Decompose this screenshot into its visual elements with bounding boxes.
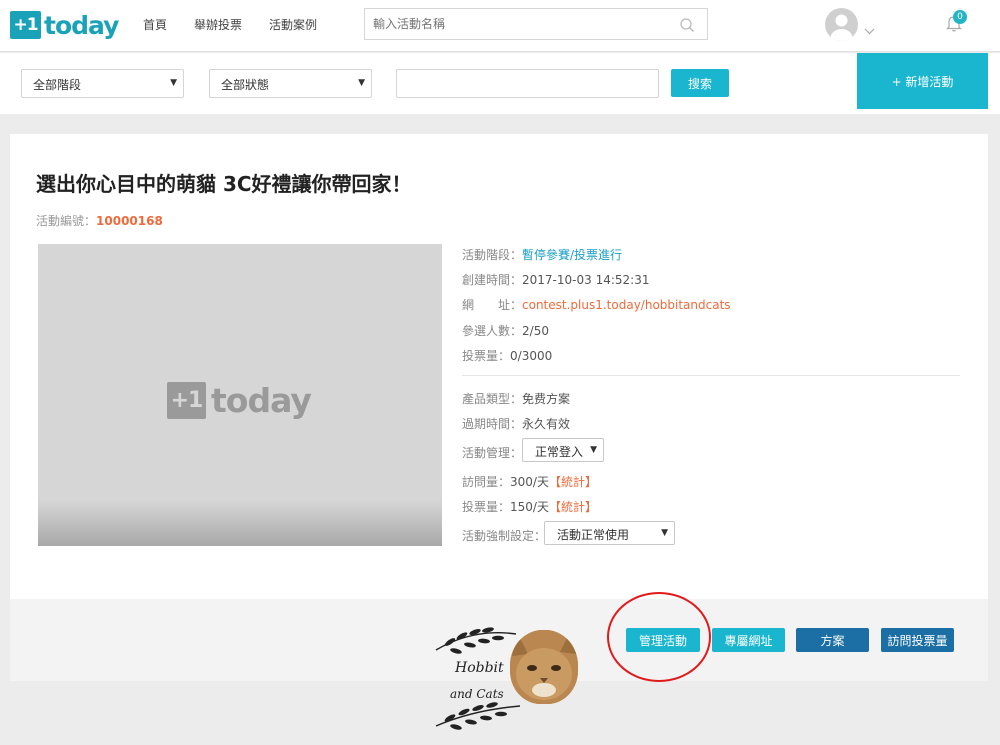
info-label: 參選人數： (462, 324, 523, 338)
info-stage: 活動階段：暫停參賽/投票進行 (462, 246, 622, 263)
info-visits: 訪問量：300/天【統計】 (462, 473, 597, 490)
visits-value: 300/天 (510, 475, 549, 489)
info-product: 產品類型：免费方案 (462, 390, 570, 407)
manage-select-value: 正常登入 (535, 445, 584, 459)
site-logo[interactable]: +1 today (10, 10, 119, 40)
info-expiry: 過期時間：永久有效 (462, 415, 570, 432)
cover-logo-wordmark: today (211, 381, 312, 420)
event-card: 選出你心目中的萌貓 3C好禮讓你帶回家！ 活動編號：10000168 +1 to… (10, 134, 988, 599)
info-daily-votes: 投票量：150/天【統計】 (462, 498, 597, 515)
brand-line1: Hobbit (455, 660, 504, 676)
info-label: 網 址： (462, 298, 523, 312)
event-cover-image[interactable]: +1 today (38, 244, 442, 546)
brand-line2: and Cats (450, 687, 504, 701)
nav-host-vote-link[interactable]: 舉辦投票 (194, 16, 242, 33)
status-filter-value: 全部狀態 (221, 78, 270, 92)
top-navbar: +1 today 首頁 舉辦投票 活動案例 0 (0, 0, 1000, 52)
chevron-down-icon[interactable] (864, 20, 875, 39)
annotation-circle (607, 592, 711, 682)
event-id-row: 活動編號：10000168 (36, 212, 163, 229)
keyword-input[interactable] (396, 69, 659, 98)
votes-value: 0/3000 (510, 349, 553, 363)
visit-vote-quota-button[interactable]: 訪問投票量 (881, 628, 954, 652)
user-avatar[interactable] (825, 8, 858, 41)
info-label: 過期時間： (462, 417, 523, 431)
info-label: 投票量： (462, 500, 511, 514)
info-created: 創建時間：2017-10-03 14:52:31 (462, 271, 649, 288)
search-icon[interactable] (679, 17, 695, 37)
product-value: 免费方案 (522, 392, 571, 406)
event-title: 選出你心目中的萌貓 3C好禮讓你帶回家！ (36, 172, 412, 196)
info-label: 投票量： (462, 349, 511, 363)
info-label: 創建時間： (462, 273, 523, 287)
visits-stats-link[interactable]: 【統計】 (549, 475, 597, 489)
participants-value: 2/50 (522, 324, 549, 338)
daily-votes-value: 150/天 (510, 500, 549, 514)
global-search-input[interactable] (365, 9, 665, 39)
dropdown-arrow-icon: ▼ (358, 78, 365, 88)
dropdown-arrow-icon: ▼ (170, 78, 177, 88)
info-divider (462, 375, 960, 376)
info-url: 網 址：contest.plus1.today/hobbitandcats (462, 296, 731, 313)
notification-badge: 0 (953, 10, 967, 24)
info-label: 產品類型： (462, 392, 523, 406)
dropdown-arrow-icon: ▼ (590, 445, 597, 455)
event-url-link[interactable]: contest.plus1.today/hobbitandcats (522, 298, 731, 312)
laurel-branch-icon (428, 622, 523, 744)
nav-home-link[interactable]: 首頁 (143, 16, 167, 33)
event-id-label: 活動編號： (36, 214, 97, 228)
filter-bar: 全部階段 ▼ 全部狀態 ▼ 搜索 + 新增活動 (0, 53, 1000, 114)
stage-filter-select[interactable]: 全部階段 ▼ (21, 69, 184, 98)
logo-mark: +1 (10, 11, 41, 39)
cat-photo (510, 630, 578, 704)
info-manage: 活動管理： (462, 444, 522, 461)
nav-cases-link[interactable]: 活動案例 (269, 16, 317, 33)
stage-value: 暫停參賽/投票進行 (522, 248, 623, 262)
votes-stats-link[interactable]: 【統計】 (549, 500, 597, 514)
cover-logo-mark: +1 (167, 382, 206, 419)
info-label: 活動強制設定： (462, 529, 547, 543)
cover-logo: +1 today (167, 381, 312, 420)
cover-gradient (38, 501, 442, 546)
event-id-value: 10000168 (96, 214, 163, 228)
info-label: 活動管理： (462, 446, 523, 460)
stage-filter-value: 全部階段 (33, 78, 82, 92)
force-select-value: 活動正常使用 (557, 528, 630, 542)
status-filter-select[interactable]: 全部狀態 ▼ (209, 69, 372, 98)
force-setting-select[interactable]: 活動正常使用 ▼ (544, 521, 675, 545)
info-participants: 參選人數：2/50 (462, 322, 549, 339)
info-label: 訪問量： (462, 475, 511, 489)
info-force: 活動強制設定： (462, 527, 546, 544)
custom-url-button[interactable]: 專屬網址 (712, 628, 785, 652)
manage-select[interactable]: 正常登入 ▼ (522, 438, 604, 462)
created-value: 2017-10-03 14:52:31 (522, 273, 650, 287)
logo-wordmark: today (44, 10, 119, 40)
info-label: 活動階段： (462, 248, 523, 262)
new-event-button[interactable]: + 新增活動 (857, 53, 988, 109)
plan-button[interactable]: 方案 (796, 628, 869, 652)
expiry-value: 永久有效 (522, 417, 571, 431)
info-votes: 投票量：0/3000 (462, 347, 552, 364)
dropdown-arrow-icon: ▼ (661, 528, 668, 538)
global-search (364, 8, 708, 40)
search-button[interactable]: 搜索 (671, 69, 729, 97)
